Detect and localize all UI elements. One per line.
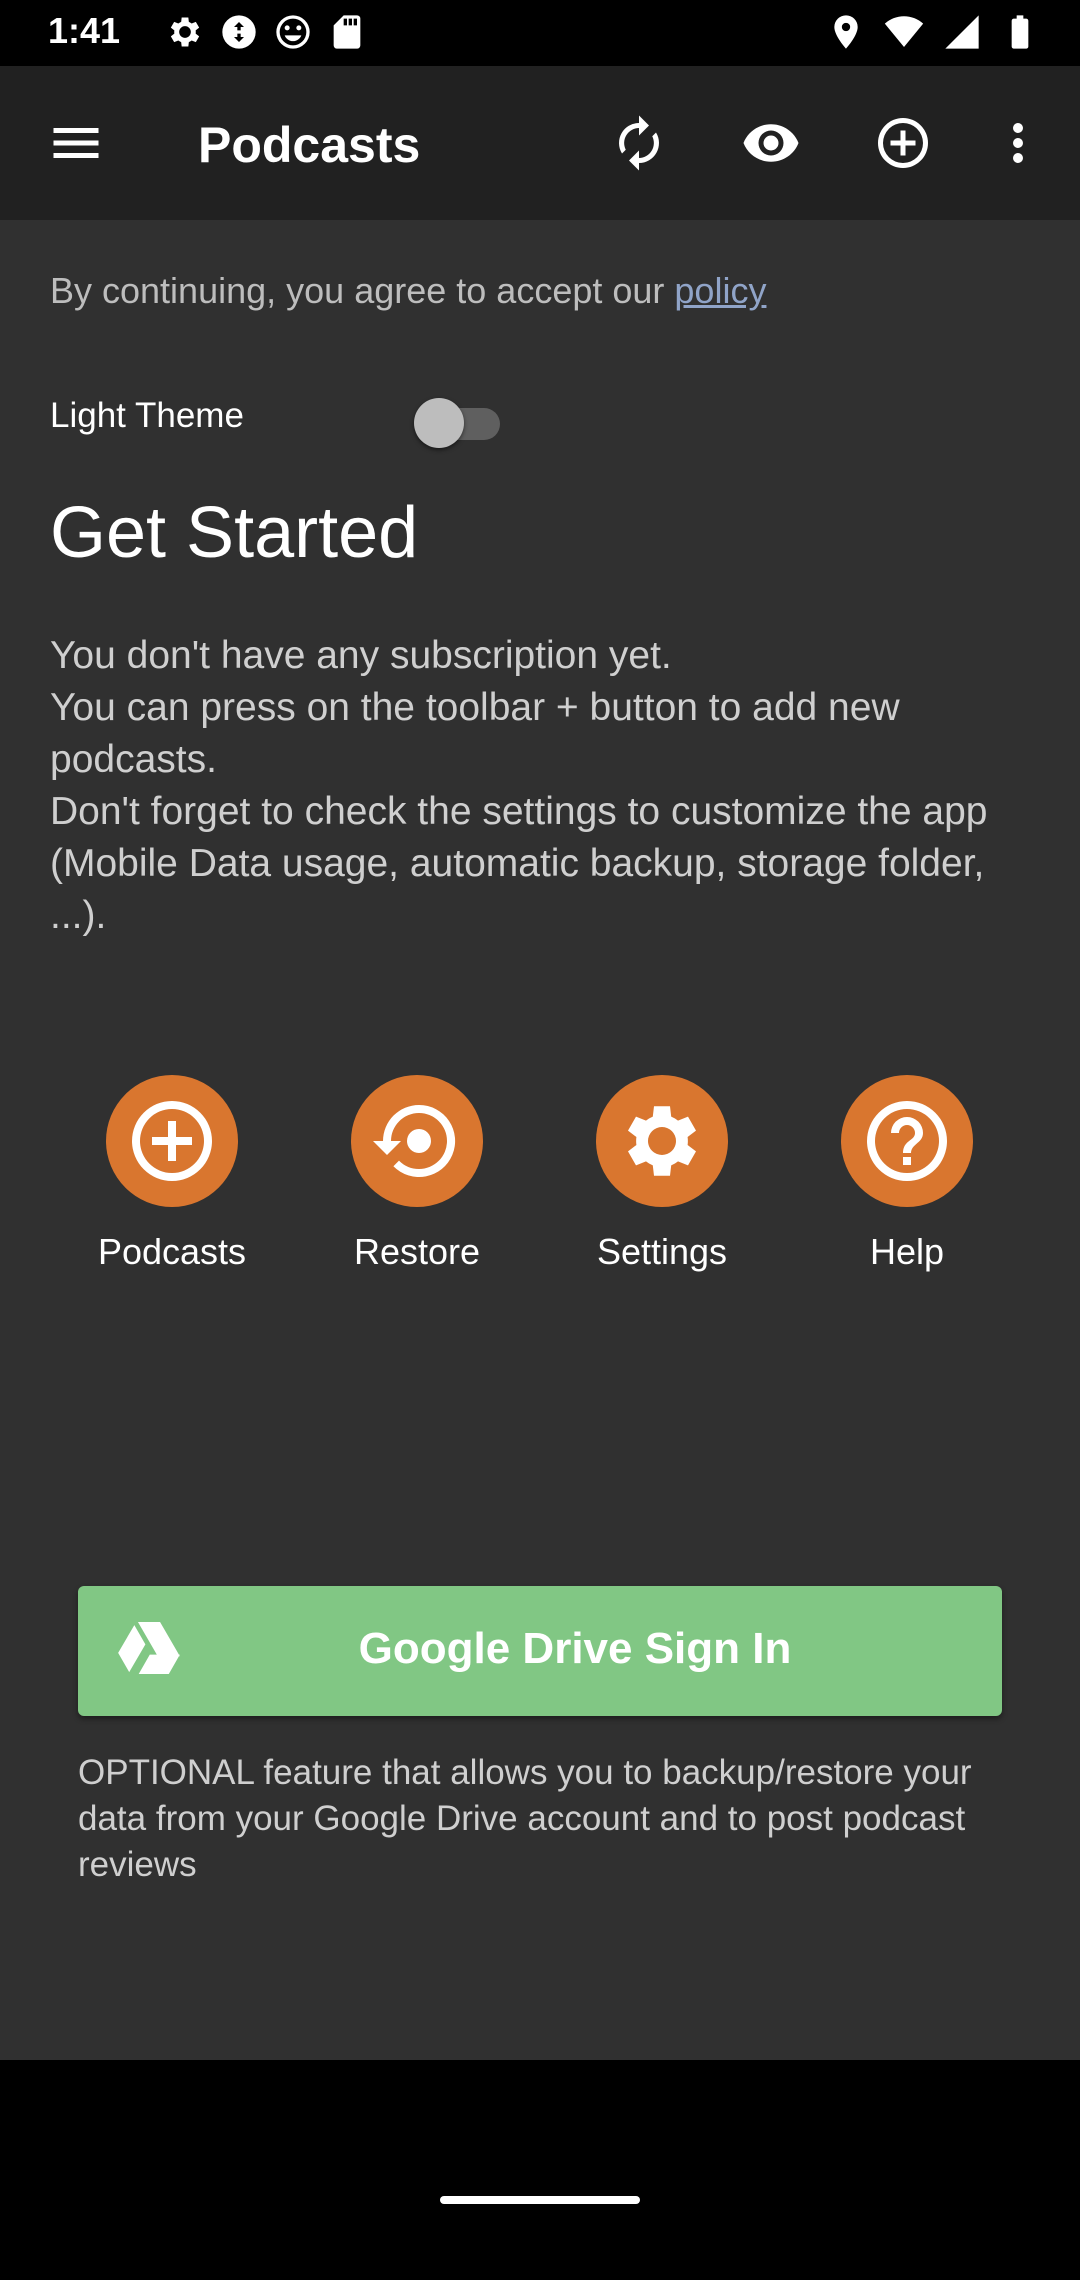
light-theme-switch[interactable] — [410, 396, 510, 452]
wifi-icon — [884, 16, 924, 47]
policy-text: By continuing, you agree to accept our — [50, 270, 675, 311]
navigation-bar — [0, 2060, 1080, 2280]
quick-actions: Podcasts Restore Settings Help — [0, 1075, 1080, 1275]
light-theme-label: Light Theme — [50, 396, 244, 435]
menu-icon — [53, 128, 99, 158]
status-bar: 1:41 — [0, 0, 1080, 66]
status-system-icons — [826, 12, 1040, 52]
eye-icon — [743, 124, 799, 162]
refresh-icon — [619, 115, 659, 171]
restore-action-circle — [351, 1075, 483, 1207]
switch-thumb — [414, 398, 464, 448]
sync-circle-icon — [222, 15, 256, 49]
toolbar-title: Podcasts — [198, 117, 421, 173]
policy-line: By continuing, you agree to accept our p… — [50, 270, 766, 312]
smiley-icon — [276, 15, 310, 49]
status-notification-icons — [165, 12, 367, 52]
google-drive-sign-in-label: Google Drive Sign In — [358, 1624, 792, 1673]
app-toolbar: Podcasts — [0, 66, 1080, 220]
add-podcast-button[interactable] — [861, 101, 945, 185]
google-drive-sign-in-button[interactable]: Google Drive Sign In — [78, 1586, 1002, 1716]
settings-icon — [170, 17, 200, 47]
podcasts-action-label: Podcasts — [97, 1231, 247, 1272]
sd-card-icon — [333, 15, 361, 49]
description-line: You can press on the toolbar + button to… — [50, 686, 900, 781]
view-toggle-button[interactable] — [729, 101, 813, 185]
location-icon — [834, 15, 858, 49]
gesture-handle[interactable] — [440, 2196, 640, 2204]
description-line: You don't have any subscription yet. — [50, 634, 672, 677]
more-options-button[interactable] — [976, 101, 1060, 185]
help-action-label: Help — [869, 1231, 945, 1272]
podcasts-action[interactable]: Podcasts — [72, 1075, 272, 1273]
refresh-button[interactable] — [597, 101, 681, 185]
battery-icon — [1011, 15, 1029, 49]
menu-button[interactable] — [34, 101, 118, 185]
settings-action-circle — [596, 1075, 728, 1207]
help-icon — [867, 1101, 947, 1181]
signal-icon — [945, 15, 979, 49]
policy-link[interactable]: policy — [674, 270, 766, 311]
settings-action-label: Settings — [596, 1231, 728, 1272]
description-line: Don't forget to check the settings to cu… — [50, 790, 988, 937]
get-started-title: Get Started — [50, 493, 419, 573]
podcasts-action-circle — [106, 1075, 238, 1207]
help-action[interactable]: Help — [807, 1075, 1007, 1273]
help-action-circle — [841, 1075, 973, 1207]
add-circle-icon — [132, 1101, 212, 1181]
add-circle-icon — [878, 118, 928, 168]
status-time: 1:41 — [48, 10, 121, 51]
main-content: By continuing, you agree to accept our p… — [0, 220, 1080, 2060]
settings-action[interactable]: Settings — [562, 1075, 762, 1273]
restore-icon — [373, 1104, 456, 1177]
gear-icon — [628, 1106, 696, 1176]
restore-action[interactable]: Restore — [317, 1075, 517, 1273]
google-drive-description: OPTIONAL feature that allows you to back… — [78, 1753, 972, 1884]
more-vert-icon — [1013, 123, 1023, 163]
restore-action-label: Restore — [353, 1231, 481, 1272]
get-started-description: You don't have any subscription yet. You… — [50, 630, 1030, 942]
